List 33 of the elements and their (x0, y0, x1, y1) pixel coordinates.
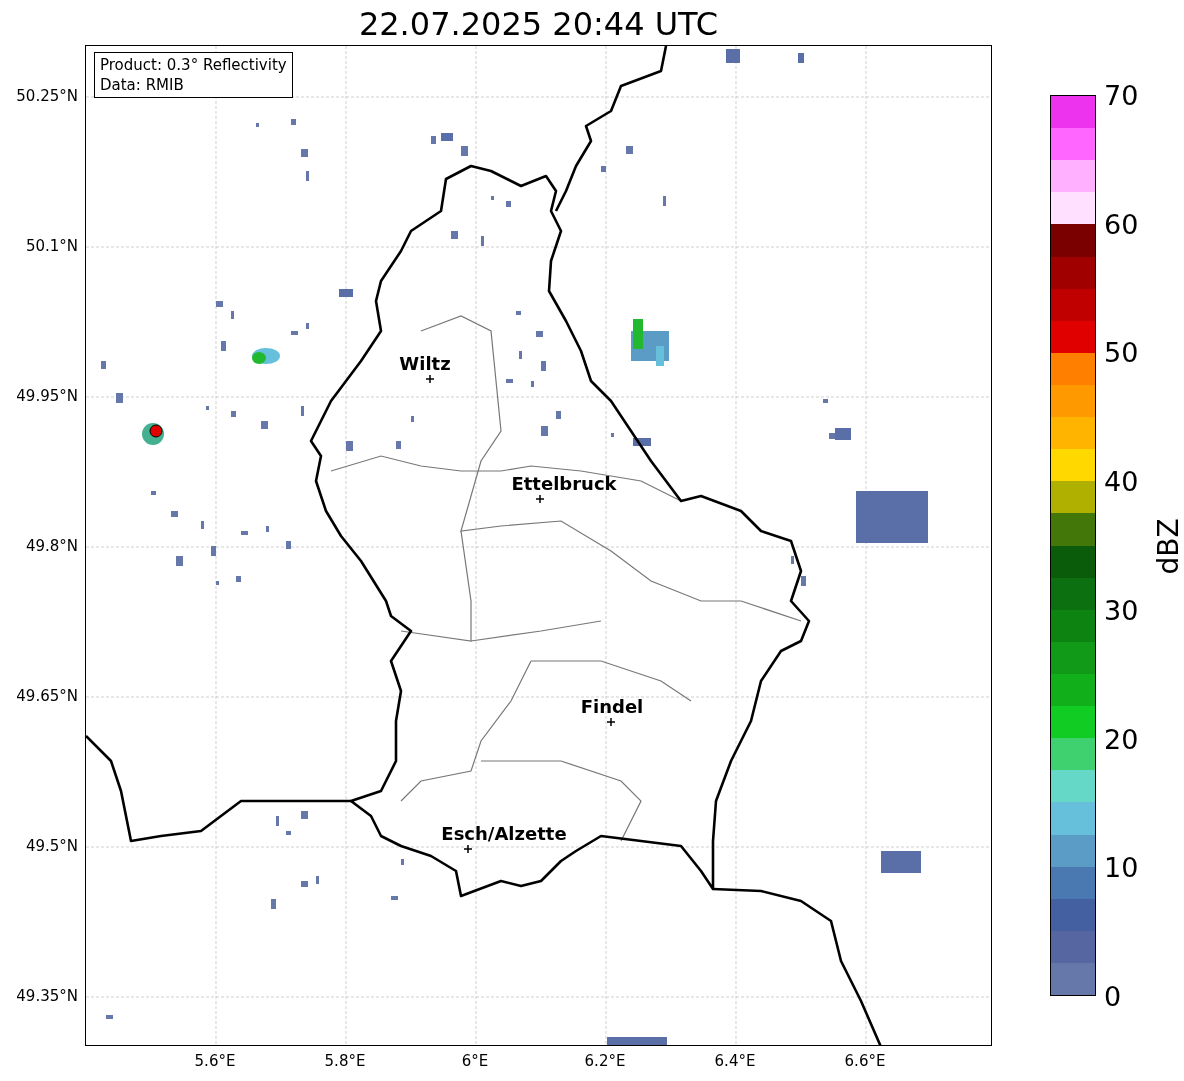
colorbar-label: dBZ (1151, 518, 1184, 575)
longitude-label: 6.6°E (844, 1052, 886, 1070)
colorbar-tick-label: 70 (1104, 79, 1139, 111)
latitude-label: 50.1°N (25, 237, 78, 255)
latitude-label: 49.5°N (25, 837, 78, 855)
place-label: Findel (580, 695, 644, 717)
latitude-label: 49.8°N (25, 537, 78, 555)
colorbar-tick-label: 60 (1104, 208, 1139, 240)
latitude-label: 50.25°N (16, 87, 78, 105)
info-text: Data: RMIB (100, 75, 185, 95)
marker-icon (606, 717, 616, 727)
latitude-label: 49.65°N (16, 687, 78, 705)
longitude-label: 6.4°E (714, 1052, 756, 1070)
latitude-label: 49.95°N (16, 387, 78, 405)
longitude-label: 6°E (461, 1052, 489, 1070)
longitude-label: 5.8°E (324, 1052, 366, 1070)
place-label: Esch/Alzette (441, 822, 567, 844)
colorbar-tick-label: 30 (1104, 594, 1139, 626)
colorbar-tick-label: 40 (1104, 465, 1139, 497)
colorbar-tick-label: 50 (1104, 336, 1139, 368)
chart-title: 22.07.2025 20:44 UTC (357, 4, 720, 44)
info-text: Product: 0.3° Reflectivity (100, 55, 287, 75)
place-label: Ettelbruck (511, 472, 617, 494)
longitude-label: 6.2°E (584, 1052, 626, 1070)
marker-icon (425, 374, 435, 384)
marker-icon (535, 494, 545, 504)
colorbar-tick-label: 20 (1104, 723, 1139, 755)
longitude-label: 5.6°E (194, 1052, 236, 1070)
marker-icon (463, 844, 473, 854)
place-label: Wiltz (399, 352, 451, 374)
colorbar-tick-label: 0 (1104, 980, 1122, 1012)
colorbar-tick-label: 10 (1104, 851, 1139, 883)
latitude-label: 49.35°N (16, 987, 78, 1005)
